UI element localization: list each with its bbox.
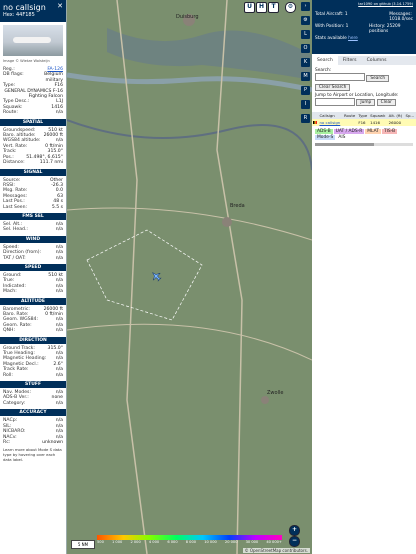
section-header: FMS SEL (0, 212, 66, 220)
detail-row: Roll: n/a (3, 372, 63, 378)
badge-ais: AIS (338, 135, 346, 140)
toggle-p-button[interactable]: P (301, 86, 310, 95)
city-label-zwolle: Zwolle (267, 390, 284, 396)
hex-code: Hex: 44F185 (3, 12, 35, 18)
callsign: no callsign (3, 3, 46, 12)
badge-uat: UAT / ADS-R (333, 129, 365, 134)
badge-modes: Mode-S (315, 135, 336, 140)
zoom-out-button[interactable]: − (289, 536, 300, 547)
identity-row: GENERAL DYNAMICS F-16 Fighting Falcon (4, 88, 63, 100)
map-canvas[interactable] (67, 0, 312, 554)
toggle-r-button[interactable]: R (301, 114, 310, 123)
messages-rate: Messages: 1018.0/sec (389, 12, 413, 22)
photo-credit: Image © Wietze Wolsteijn (3, 59, 50, 63)
aircraft-header: no callsign Hex: 44F185 ✕ (0, 0, 66, 22)
toggle-k-button[interactable]: K (301, 58, 310, 67)
version-link[interactable]: tar1090 on github (3.14.1759) (315, 2, 413, 6)
table-row[interactable]: no callsign F16 1416 26000 (312, 119, 416, 126)
toggle-i-button[interactable]: I (301, 100, 310, 109)
history-count: History: 25209 positions (369, 24, 401, 34)
button-u[interactable]: U (244, 2, 255, 13)
search-area: Search: Search Clear Search Jump to Airp… (312, 65, 416, 109)
section-header: SIGNAL (0, 168, 66, 176)
close-icon[interactable]: ✕ (57, 2, 63, 10)
horizontal-scrollbar[interactable] (315, 143, 413, 146)
aircraft-list-panel: tar1090 on github (3.14.1759) Total Airc… (312, 0, 416, 554)
aircraft-info-panel: no callsign Hex: 44F185 ✕ Image © Wietze… (0, 0, 67, 554)
detail-row: Distance: 111.7 nmi (3, 160, 63, 166)
section-header: STUFF (0, 381, 66, 389)
expand-arrow-icon[interactable]: › (301, 2, 310, 11)
badge-mlat: MLAT (365, 129, 381, 134)
toggle-labels-button[interactable]: L (301, 30, 310, 39)
section-header: WIND (0, 235, 66, 243)
detail-row: Mach: n/a (3, 289, 63, 295)
tab-search[interactable]: Search (312, 56, 338, 65)
panel-tabs: Search Filters Columns (312, 56, 416, 65)
search-input[interactable] (315, 73, 365, 81)
altitude-legend-ticks: 500 1 000 2 000 4 000 6 000 8 000 10 000 20 000… (97, 540, 282, 544)
city-label-breda: Breda (230, 203, 245, 209)
map-copyright[interactable]: © OpenStreetMap contributors. (242, 548, 310, 553)
aircraft-photo[interactable] (3, 25, 63, 56)
identity-row: Route: n/a (3, 110, 63, 116)
settings-icon[interactable]: ⚙ (301, 16, 310, 25)
tab-filters[interactable]: Filters (338, 56, 362, 65)
total-aircraft: Total Aircraft: 1 (315, 12, 348, 17)
toggle-o-button[interactable]: O (301, 44, 310, 53)
stats-link[interactable]: here (348, 36, 358, 41)
map-view[interactable]: Duisburg Breda Zwolle U H T ⚙ 5 NM 500 1 … (67, 0, 312, 554)
clear-search-button[interactable]: Clear Search (315, 83, 351, 91)
detail-row: QNH: n/a (3, 328, 63, 334)
section-header: SPATIAL (0, 118, 66, 126)
jump-button[interactable]: Jump (356, 99, 376, 106)
section-header: SPEED (0, 263, 66, 271)
detail-row: TAT / OAT: n/a (3, 255, 63, 261)
section-header: DIRECTION (0, 336, 66, 344)
source-badges: ADS-B UAT / ADS-R MLAT TIS-B Mode-S AIS (312, 126, 416, 143)
city-label-duisburg: Duisburg (176, 14, 199, 20)
identity-block: Reg.: FA-126 DB flags: Belgium military Type:… (0, 67, 66, 116)
stats-header: tar1090 on github (3.14.1759) Total Airc… (312, 0, 416, 54)
button-h[interactable]: H (256, 2, 267, 13)
section-header: ACCURACY (0, 409, 66, 417)
badge-tisb: TIS-B (381, 129, 398, 134)
scale-box: 5 NM (71, 540, 95, 549)
button-t[interactable]: T (268, 2, 279, 13)
detail-row: Category: n/a (3, 400, 63, 406)
badge-adsb: ADS-B (315, 129, 333, 134)
search-button[interactable]: Search (366, 74, 390, 82)
zoom-in-button[interactable]: + (289, 525, 300, 536)
aircraft-table: Callsign Route Type Squawk Alt. (ft) Sp... no… (312, 112, 416, 126)
gear-icon[interactable]: ⚙ (285, 2, 296, 13)
help-footer: Learn more about Mode S data type by hov… (3, 447, 62, 463)
with-position: With Position: 1 (315, 24, 349, 29)
jump-input[interactable] (315, 97, 355, 106)
clear-jump-button[interactable]: Clear (376, 99, 396, 106)
detail-row: Sel. Head.: n/a (3, 227, 63, 233)
details-sections: SPATIAL Groundspeed: 510 kt Baro. altitude:… (0, 118, 66, 446)
stats-label: Stats available (315, 36, 347, 41)
toggle-m-button[interactable]: M (301, 72, 310, 81)
detail-row: Last Seen: 5.5 s (3, 204, 63, 210)
table-header-row: Callsign Route Type Squawk Alt. (ft) Sp... (312, 112, 416, 119)
tab-columns[interactable]: Columns (362, 56, 392, 65)
section-header: ALTITUDE (0, 297, 66, 305)
